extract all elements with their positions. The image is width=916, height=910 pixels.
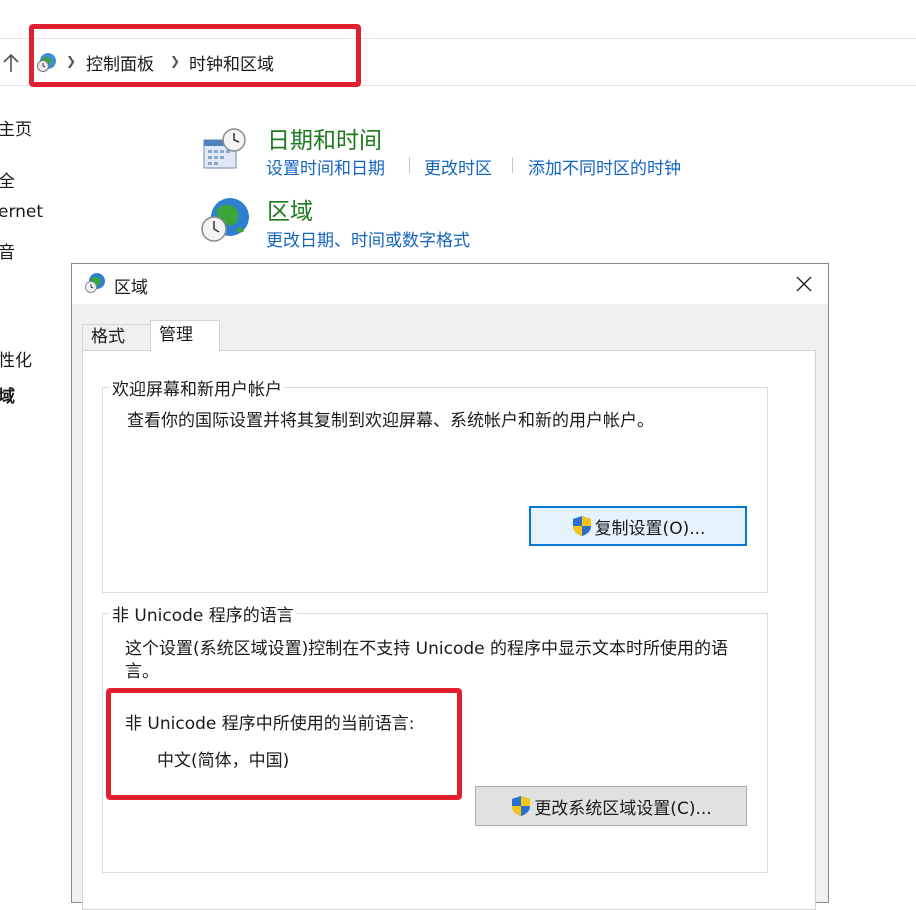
sidebar-item-security[interactable]: 全 [0, 167, 15, 192]
breadcrumb-clock-region[interactable]: 时钟和区域 [189, 50, 274, 75]
region-dialog: 区域 格式 管理 欢迎屏幕和新用户帐户 查看你的国际设置并将其复制到欢迎屏幕、系… [71, 263, 829, 910]
welcome-screen-group: 欢迎屏幕和新用户帐户 查看你的国际设置并将其复制到欢迎屏幕、系统帐户和新的用户帐… [102, 375, 768, 593]
sidebar-item-sound[interactable]: 音 [0, 238, 15, 263]
tab-administrative[interactable]: 管理 [150, 320, 220, 352]
group-legend-welcome: 欢迎屏幕和新用户帐户 [109, 375, 285, 400]
welcome-description: 查看你的国际设置并将其复制到欢迎屏幕、系统帐户和新的用户帐户。 [127, 411, 654, 431]
control-panel-icon [37, 53, 56, 72]
address-bar: ❯ 控制面板 ❯ 时钟和区域 [0, 38, 916, 86]
group-legend-non-unicode: 非 Unicode 程序的语言 [109, 601, 297, 626]
chevron-right-icon: ❯ [170, 54, 181, 68]
link-set-time-date[interactable]: 设置时间和日期 [266, 154, 385, 179]
date-time-icon [203, 128, 246, 169]
copy-settings-label: 复制设置(O)... [594, 518, 706, 539]
link-change-timezone[interactable]: 更改时区 [424, 154, 492, 179]
uac-shield-icon [512, 796, 531, 816]
link-separator [512, 157, 513, 173]
category-title-region[interactable]: 区域 [267, 192, 313, 226]
copy-settings-button[interactable]: 复制设置(O)... [529, 506, 747, 546]
category-title-datetime[interactable]: 日期和时间 [267, 121, 382, 155]
dialog-titlebar[interactable]: 区域 [72, 264, 828, 304]
sidebar-item-internet[interactable]: ernet [0, 202, 43, 222]
sidebar-item-region[interactable]: 域 [0, 382, 15, 407]
link-add-clocks[interactable]: 添加不同时区的时钟 [528, 154, 681, 179]
region-globe-icon [85, 273, 105, 293]
close-icon[interactable] [790, 270, 818, 298]
non-unicode-description: 这个设置(系统区域设置)控制在不支持 Unicode 的程序中显示文本时所使用的… [125, 639, 729, 682]
uac-shield-icon [572, 516, 591, 536]
change-system-locale-button[interactable]: 更改系统区域设置(C)... [475, 786, 747, 826]
link-separator [409, 157, 410, 173]
sidebar-item-home[interactable]: 主页 [0, 115, 32, 140]
breadcrumb-control-panel[interactable]: 控制面板 [86, 50, 154, 75]
non-unicode-group: 非 Unicode 程序的语言 这个设置(系统区域设置)控制在不支持 Unico… [102, 601, 768, 873]
current-language-label: 非 Unicode 程序中所使用的当前语言: [125, 714, 415, 734]
change-system-locale-label: 更改系统区域设置(C)... [534, 798, 712, 819]
link-change-format[interactable]: 更改日期、时间或数字格式 [266, 226, 470, 251]
up-arrow-icon[interactable] [2, 53, 20, 73]
current-language-value: 中文(简体，中国) [157, 751, 290, 771]
tab-format[interactable]: 格式 [82, 324, 152, 350]
sidebar-item-personalize[interactable]: 性化 [0, 346, 32, 371]
chevron-right-icon: ❯ [66, 54, 77, 68]
tab-panel-administrative: 欢迎屏幕和新用户帐户 查看你的国际设置并将其复制到欢迎屏幕、系统帐户和新的用户帐… [82, 350, 816, 910]
dialog-title: 区域 [114, 278, 148, 298]
region-globe-icon [201, 198, 249, 242]
